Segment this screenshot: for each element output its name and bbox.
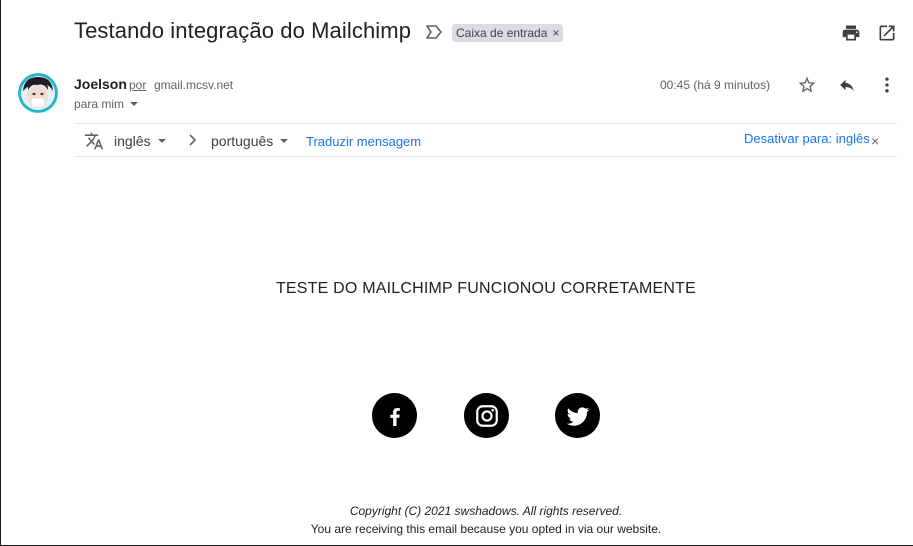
footer-copyright: Copyright (C) 2021 swshadows. All rights… [349, 504, 623, 518]
avatar-image [18, 73, 58, 113]
via-label[interactable]: por [129, 78, 146, 92]
target-language-label: português [211, 133, 274, 149]
reply-icon[interactable] [837, 76, 857, 94]
sender-name[interactable]: Joelson [74, 76, 127, 92]
chevron-right-icon [189, 134, 197, 146]
twitter-link[interactable] [555, 393, 600, 438]
footer-optin-notice: You are receiving this email because you… [310, 522, 662, 536]
recipient-details-toggle[interactable]: para mim [74, 97, 139, 111]
open-in-new-window-icon[interactable] [877, 23, 897, 43]
email-subject: Testando integração do Mailchimp [74, 18, 412, 43]
via-domain: gmail.mcsv.net [154, 78, 234, 92]
caret-down-icon [280, 139, 289, 143]
more-vertical-icon[interactable] [877, 75, 897, 95]
target-language-select[interactable]: português [211, 133, 289, 149]
message-body-text: TESTE DO MAILCHIMP FUNCIONOU CORRETAMENT… [275, 280, 697, 297]
importance-marker-icon[interactable] [425, 24, 443, 40]
source-language-select[interactable]: inglês [114, 133, 166, 149]
instagram-link[interactable] [464, 393, 509, 438]
print-icon[interactable] [841, 23, 861, 43]
translate-icon [84, 132, 104, 150]
close-translate-bar-button[interactable]: × [871, 133, 879, 149]
star-icon[interactable] [797, 75, 817, 95]
label-chip-text: Caixa de entrada [456, 26, 548, 40]
facebook-icon [389, 407, 400, 426]
label-remove-button[interactable]: × [552, 26, 559, 40]
caret-down-icon [157, 139, 166, 143]
sender-avatar[interactable] [18, 73, 58, 113]
instagram-icon [475, 404, 498, 427]
email-view: Testando integração do Mailchimp Caixa d… [0, 0, 913, 546]
translate-message-link[interactable]: Traduzir mensagem [306, 134, 421, 149]
message-time: 00:45 (há 9 minutos) [660, 78, 771, 92]
translate-bar: inglês português Traduzir mensagem Desat… [74, 123, 897, 157]
source-language-label: inglês [114, 133, 151, 149]
facebook-link[interactable] [372, 393, 417, 438]
label-chip-inbox[interactable]: Caixa de entrada × [452, 24, 564, 42]
disable-translation-link[interactable]: Desativar para: inglês [744, 131, 870, 146]
twitter-icon [566, 406, 589, 426]
caret-down-icon [130, 102, 139, 106]
recipient-label: para mim [74, 97, 125, 111]
